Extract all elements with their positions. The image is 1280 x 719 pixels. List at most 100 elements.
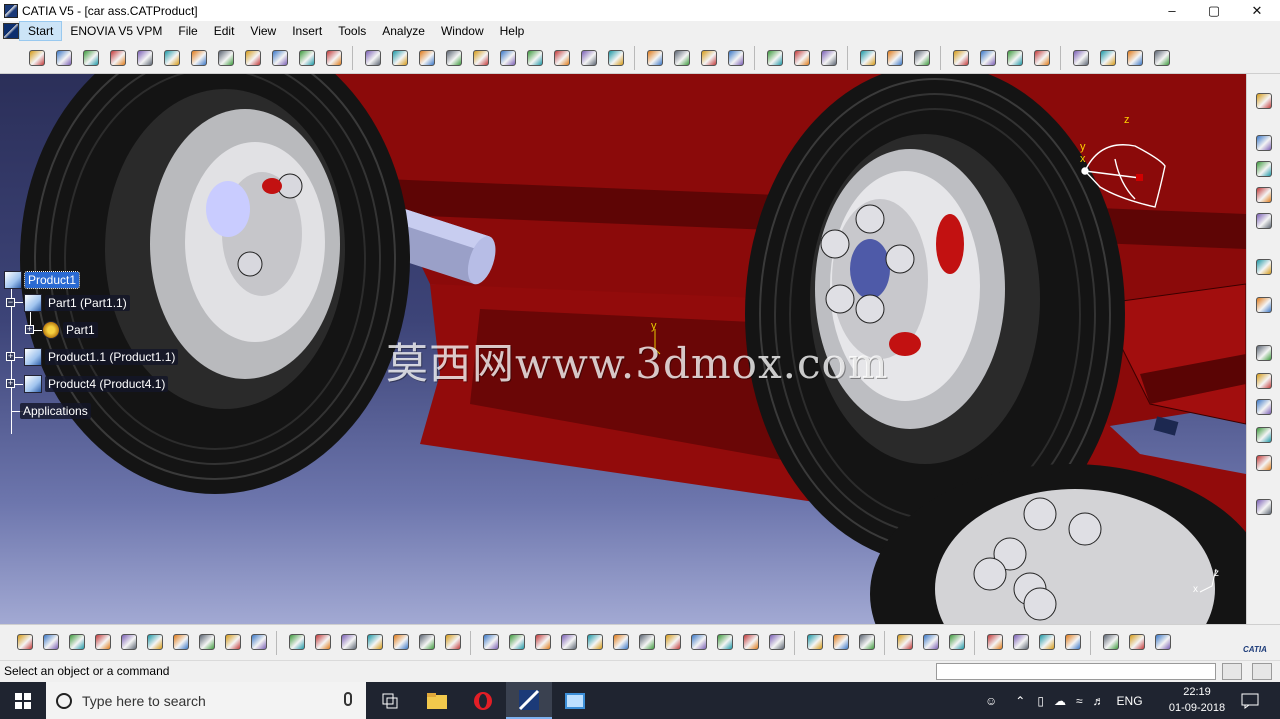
tools-palette-button[interactable]	[830, 631, 852, 653]
status-button-1[interactable]	[1222, 663, 1242, 680]
menu-enovia[interactable]: ENOVIA V5 VPM	[62, 21, 170, 41]
volume-icon[interactable]: ♬	[1093, 694, 1105, 708]
measure-button[interactable]	[1253, 342, 1275, 364]
tray-overflow-icon[interactable]: ⌃	[1015, 694, 1025, 708]
cut-button[interactable]	[118, 631, 140, 653]
multi-view-button[interactable]	[662, 631, 684, 653]
fly-mode-button[interactable]	[480, 631, 502, 653]
quick-select-button[interactable]	[442, 631, 464, 653]
command-input[interactable]	[936, 663, 1216, 680]
flexible-button[interactable]	[644, 47, 666, 69]
insert-catalog-button[interactable]	[1070, 47, 1092, 69]
fast-multi-instantiation-button[interactable]	[242, 47, 264, 69]
tree-node-part1[interactable]: Part1	[42, 320, 98, 340]
undo-button[interactable]	[196, 631, 218, 653]
cutting-plane-button[interactable]	[1253, 452, 1275, 474]
menu-analyze[interactable]: Analyze	[374, 21, 433, 41]
offset-button[interactable]	[497, 47, 519, 69]
expand-toggle[interactable]: +	[25, 325, 34, 334]
pocket-button[interactable]	[911, 47, 933, 69]
graph-tree-button[interactable]	[134, 47, 156, 69]
weld-button[interactable]	[818, 47, 840, 69]
manipulation-button[interactable]	[296, 47, 318, 69]
video-button[interactable]	[946, 631, 968, 653]
product-view-button[interactable]	[1253, 132, 1275, 154]
opera-browser-button[interactable]	[460, 682, 506, 719]
gear-tool-button[interactable]	[1253, 294, 1275, 316]
catia-app-button[interactable]	[506, 682, 552, 719]
maximize-button[interactable]: ▢	[1192, 0, 1236, 21]
menu-start[interactable]: Start	[19, 21, 63, 41]
tree-node-applications[interactable]: Applications	[20, 401, 91, 421]
component-button[interactable]	[53, 47, 75, 69]
multi-instantiation-button[interactable]	[215, 47, 237, 69]
reconcile-button[interactable]	[269, 47, 291, 69]
product-view-3-button[interactable]	[1253, 184, 1275, 206]
fix-together-button[interactable]	[578, 47, 600, 69]
tree-node-product1-1[interactable]: Product1.1 (Product1.1)	[24, 347, 179, 367]
zoom-out-button[interactable]	[610, 631, 632, 653]
properties-button[interactable]	[984, 631, 1006, 653]
pan-button[interactable]	[532, 631, 554, 653]
open-button[interactable]	[40, 631, 62, 653]
swap-visible-button[interactable]	[740, 631, 762, 653]
microphone-icon[interactable]	[344, 692, 352, 706]
explode-button[interactable]	[362, 47, 384, 69]
simulate-button[interactable]	[1126, 631, 1148, 653]
existing-component-button[interactable]	[80, 47, 102, 69]
notifications-button[interactable]	[1232, 682, 1268, 719]
menu-view[interactable]: View	[242, 21, 284, 41]
annotation-button[interactable]	[791, 47, 813, 69]
apply-material-button[interactable]	[1010, 631, 1032, 653]
task-view-button[interactable]	[368, 682, 414, 719]
language-indicator[interactable]: ENG	[1117, 694, 1143, 708]
quick-constraint-button[interactable]	[605, 47, 627, 69]
publish-button[interactable]	[977, 47, 999, 69]
onedrive-icon[interactable]: ☁	[1054, 694, 1066, 708]
whats-this-button[interactable]	[248, 631, 270, 653]
save-button[interactable]	[66, 631, 88, 653]
menu-file[interactable]: File	[170, 21, 205, 41]
stl-button[interactable]	[1100, 631, 1122, 653]
snap-button[interactable]	[323, 47, 345, 69]
sectioning-button[interactable]	[1124, 47, 1146, 69]
bom-button[interactable]	[950, 47, 972, 69]
distance-button[interactable]	[1151, 47, 1173, 69]
photos-app-button[interactable]	[552, 682, 598, 719]
reorder-button[interactable]	[161, 47, 183, 69]
analysis-button[interactable]	[856, 631, 878, 653]
iso-view-button[interactable]	[688, 631, 710, 653]
section-button[interactable]	[1253, 496, 1275, 518]
3d-viewport[interactable]: z y x y z x Product1 − Part1 (Part1.1) +…	[0, 74, 1246, 624]
text-abc-button[interactable]	[1253, 370, 1275, 392]
compass-tool-button[interactable]	[1253, 90, 1275, 112]
formula-button[interactable]	[286, 631, 308, 653]
wifi-icon[interactable]: ≈	[1076, 694, 1083, 708]
close-button[interactable]: ✕	[1235, 0, 1279, 21]
expand-toggle[interactable]: −	[6, 298, 15, 307]
catalog-browser-button[interactable]	[390, 631, 412, 653]
status-button-2[interactable]	[1252, 663, 1272, 680]
menu-window[interactable]: Window	[433, 21, 492, 41]
angle-button[interactable]	[524, 47, 546, 69]
update-button[interactable]	[725, 47, 747, 69]
numbering-button[interactable]	[188, 47, 210, 69]
start-button[interactable]	[0, 682, 46, 719]
taskbar-search[interactable]: Type here to search	[46, 682, 366, 719]
contact-button[interactable]	[470, 47, 492, 69]
flag-button[interactable]	[1253, 396, 1275, 418]
print-button[interactable]	[92, 631, 114, 653]
people-icon[interactable]: ☺	[985, 694, 997, 708]
measure-item-button[interactable]	[338, 631, 360, 653]
product-view-2-button[interactable]	[1253, 158, 1275, 180]
catia-logo-button[interactable]	[1152, 631, 1174, 653]
compare-button[interactable]	[894, 631, 916, 653]
paste-button[interactable]	[170, 631, 192, 653]
knowledge-button[interactable]	[312, 631, 334, 653]
split-button[interactable]	[857, 47, 879, 69]
capture-button[interactable]	[920, 631, 942, 653]
battery-icon[interactable]: ▯	[1037, 694, 1044, 708]
plm-button[interactable]	[1036, 631, 1058, 653]
thread-button[interactable]	[1253, 424, 1275, 446]
minimize-button[interactable]: –	[1150, 0, 1194, 21]
